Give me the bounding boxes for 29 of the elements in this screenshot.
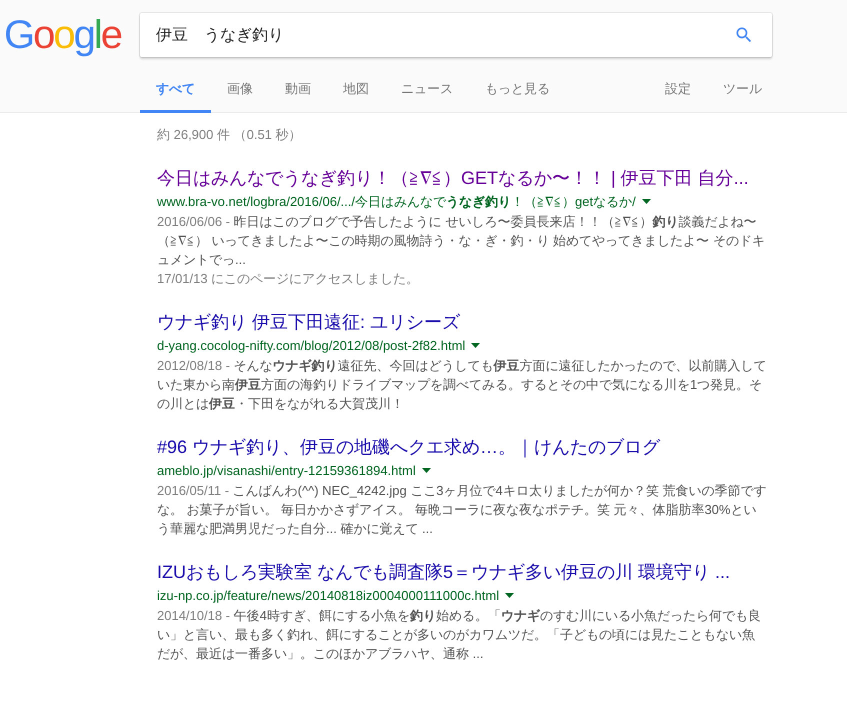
result-snippet: 2012/08/18 - そんなウナギ釣り遠征先、今回はどうしても伊豆方面に遠征したかったので、以前購入していた東から南伊豆方面の海釣りドライブマップを調べてみる。するとその中で気になる川を1つ発見。その川とは伊豆・下田をながれる大賀茂川！ <box>157 356 767 412</box>
dropdown-caret-icon[interactable] <box>642 199 651 204</box>
search-field[interactable]: 伊豆 うなぎ釣り <box>140 13 772 57</box>
tool-link[interactable]: ツール <box>707 68 778 113</box>
result-url: ameblo.jp/visanashi/entry-12159361894.html <box>157 462 416 480</box>
result-snippet: 2016/05/11 - こんばんわ(^^) NEC_4242.jpg ここ3ヶ月位で4キロ太りましたが何か？笑 荒食いの季節ですな。 お菓子が旨い。 毎日かかさずアイス。 毎晩コーラに夜な夜なポテチ。笑 元々、体脂肪率30%という華麗な肥満男児だった自分... 確かに覚えて ... <box>157 482 767 538</box>
google-logo[interactable]: Google <box>0 15 140 55</box>
search-tab[interactable]: ニュース <box>385 68 469 113</box>
dropdown-caret-icon[interactable] <box>422 468 431 473</box>
result-title[interactable]: #96 ウナギ釣り、伊豆の地磯へクエ求め…。｜けんたのブログ <box>157 436 767 458</box>
result-url: d-yang.cocolog-nifty.com/blog/2012/08/post-2f82.html <box>157 336 466 354</box>
result-stats: 約 26,900 件 （0.51 秒） <box>157 126 303 144</box>
dropdown-caret-icon[interactable] <box>471 343 480 348</box>
tool-link[interactable]: 設定 <box>649 68 707 113</box>
search-tab[interactable]: 地図 <box>327 68 385 113</box>
search-tab[interactable]: もっと見る <box>469 68 566 113</box>
search-icon[interactable] <box>734 25 754 45</box>
result-snippet: 2016/06/06 - 昨日はこのブログで予告したように せいしろ〜委員長来店！！（≧∇≦）釣り談義だよね〜（≧∇≦） いってきましたよ〜この時期の風物詩う・な・ぎ・釣・り 始めてやってきましたよ〜 そのドキュメントでっ... <box>157 212 766 268</box>
dropdown-caret-icon[interactable] <box>505 593 514 598</box>
result-snippet: 2014/10/18 - 午後4時すぎ、餌にする小魚を釣り始める。「ウナギのすむ川にいる小魚だったら何でも良い」と言い、最も多く釣れ、餌にすることが多いのがカワムツだ。「子どもの頃には見たこともない魚だが、最近は一番多い」。このほかアブラハヤ、通称 ... <box>157 606 762 662</box>
result-title[interactable]: 今日はみんなでうなぎ釣り！（≧∇≦）GETなるか〜！！ | 伊豆下田 自分... <box>157 166 767 188</box>
result-title[interactable]: ウナギ釣り 伊豆下田遠征: ユリシーズ <box>157 310 767 332</box>
result-url: izu-np.co.jp/feature/news/20140818iz0004000111000c.html <box>157 586 500 604</box>
result-title[interactable]: IZUおもしろ実験室 なんでも調査隊5＝ウナギ多い伊豆の川 環境守り ... <box>157 560 767 582</box>
visited-note: 17/01/13 にこのページにアクセスしました。 <box>157 270 420 288</box>
result-url: www.bra-vo.net/logbra/2016/06/.../今日はみんなでうなぎ釣り！（≧∇≦）getなるか/ <box>157 192 636 210</box>
search-tab[interactable]: 動画 <box>269 68 327 113</box>
search-tab[interactable]: 画像 <box>211 68 269 113</box>
search-tab[interactable]: すべて <box>140 68 211 113</box>
